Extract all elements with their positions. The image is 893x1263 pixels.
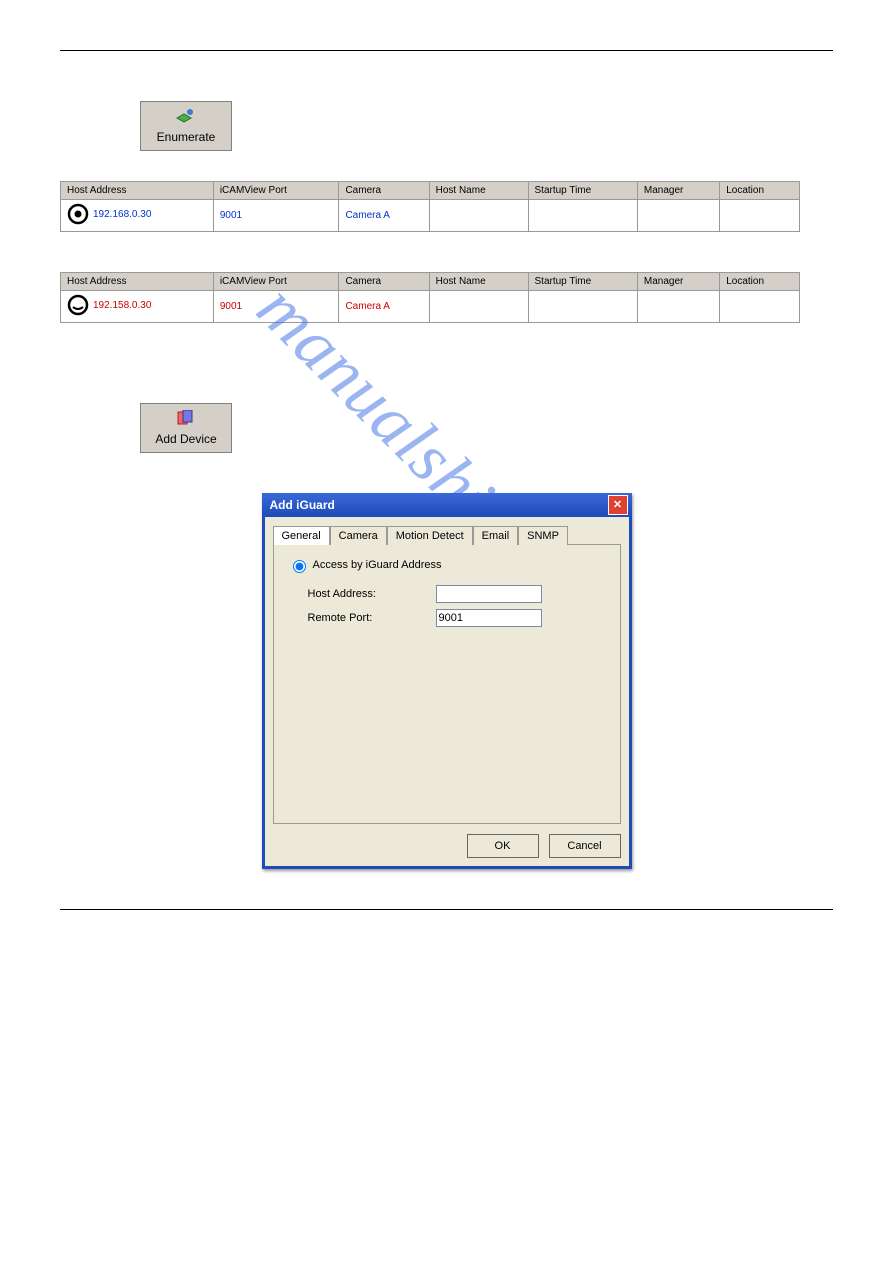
table-row[interactable]: 192.158.0.30 9001 Camera A bbox=[61, 291, 800, 323]
camera-inactive-icon bbox=[67, 294, 89, 316]
device-table-inactive: Host Address iCAMView Port Camera Host N… bbox=[60, 272, 800, 323]
host-address-input[interactable] bbox=[436, 585, 542, 603]
access-by-address-radio[interactable] bbox=[293, 560, 306, 573]
cell-location bbox=[720, 291, 800, 323]
camera-active-icon bbox=[67, 203, 89, 225]
col-startup: Startup Time bbox=[528, 182, 637, 200]
add-iguard-dialog: Add iGuard ✕ General Camera Motion Detec… bbox=[262, 493, 632, 869]
table-header-row: Host Address iCAMView Port Camera Host N… bbox=[61, 182, 800, 200]
tab-general[interactable]: General bbox=[273, 526, 330, 545]
tab-snmp[interactable]: SNMP bbox=[518, 526, 568, 545]
col-manager: Manager bbox=[637, 273, 719, 291]
col-startup: Startup Time bbox=[528, 273, 637, 291]
ok-button[interactable]: OK bbox=[467, 834, 539, 858]
col-location: Location bbox=[720, 273, 800, 291]
access-by-address-label: Access by iGuard Address bbox=[313, 559, 442, 571]
cell-host: 192.158.0.30 bbox=[93, 300, 151, 311]
col-host-name: Host Name bbox=[429, 182, 528, 200]
cancel-button[interactable]: Cancel bbox=[549, 834, 621, 858]
cell-port: 9001 bbox=[213, 200, 339, 232]
dialog-title: Add iGuard bbox=[270, 498, 335, 512]
table-row[interactable]: 192.168.0.30 9001 Camera A bbox=[61, 200, 800, 232]
device-table-active: Host Address iCAMView Port Camera Host N… bbox=[60, 181, 800, 232]
col-location: Location bbox=[720, 182, 800, 200]
add-device-button[interactable]: Add Device bbox=[140, 403, 232, 453]
cell-cam: Camera A bbox=[339, 291, 429, 323]
enumerate-button[interactable]: Enumerate bbox=[140, 101, 232, 151]
cell-location bbox=[720, 200, 800, 232]
col-manager: Manager bbox=[637, 182, 719, 200]
close-icon[interactable]: ✕ bbox=[608, 495, 628, 515]
remote-port-label: Remote Port: bbox=[308, 612, 428, 624]
col-camera: Camera bbox=[339, 273, 429, 291]
add-device-icon bbox=[176, 410, 196, 430]
table-header-row: Host Address iCAMView Port Camera Host N… bbox=[61, 273, 800, 291]
cell-cam: Camera A bbox=[339, 200, 429, 232]
col-camera: Camera bbox=[339, 182, 429, 200]
remote-port-input[interactable] bbox=[436, 609, 542, 627]
col-port: iCAMView Port bbox=[213, 182, 339, 200]
add-device-label: Add Device bbox=[155, 432, 216, 446]
host-address-label: Host Address: bbox=[308, 588, 428, 600]
cell-manager bbox=[637, 200, 719, 232]
cell-hostname bbox=[429, 291, 528, 323]
col-host-address: Host Address bbox=[61, 182, 214, 200]
tab-camera[interactable]: Camera bbox=[330, 526, 387, 545]
cell-host: 192.168.0.30 bbox=[93, 209, 151, 220]
enumerate-label: Enumerate bbox=[157, 130, 216, 144]
tab-general-pane: Access by iGuard Address Host Address: R… bbox=[273, 544, 621, 824]
dialog-tabs: General Camera Motion Detect Email SNMP bbox=[273, 525, 621, 544]
tab-email[interactable]: Email bbox=[473, 526, 519, 545]
cell-startup bbox=[528, 291, 637, 323]
col-host-address: Host Address bbox=[61, 273, 214, 291]
cell-manager bbox=[637, 291, 719, 323]
cell-startup bbox=[528, 200, 637, 232]
col-host-name: Host Name bbox=[429, 273, 528, 291]
dialog-titlebar: Add iGuard ✕ bbox=[262, 493, 632, 517]
col-port: iCAMView Port bbox=[213, 273, 339, 291]
cell-hostname bbox=[429, 200, 528, 232]
enumerate-icon bbox=[176, 108, 196, 128]
cell-port: 9001 bbox=[213, 291, 339, 323]
tab-motion-detect[interactable]: Motion Detect bbox=[387, 526, 473, 545]
